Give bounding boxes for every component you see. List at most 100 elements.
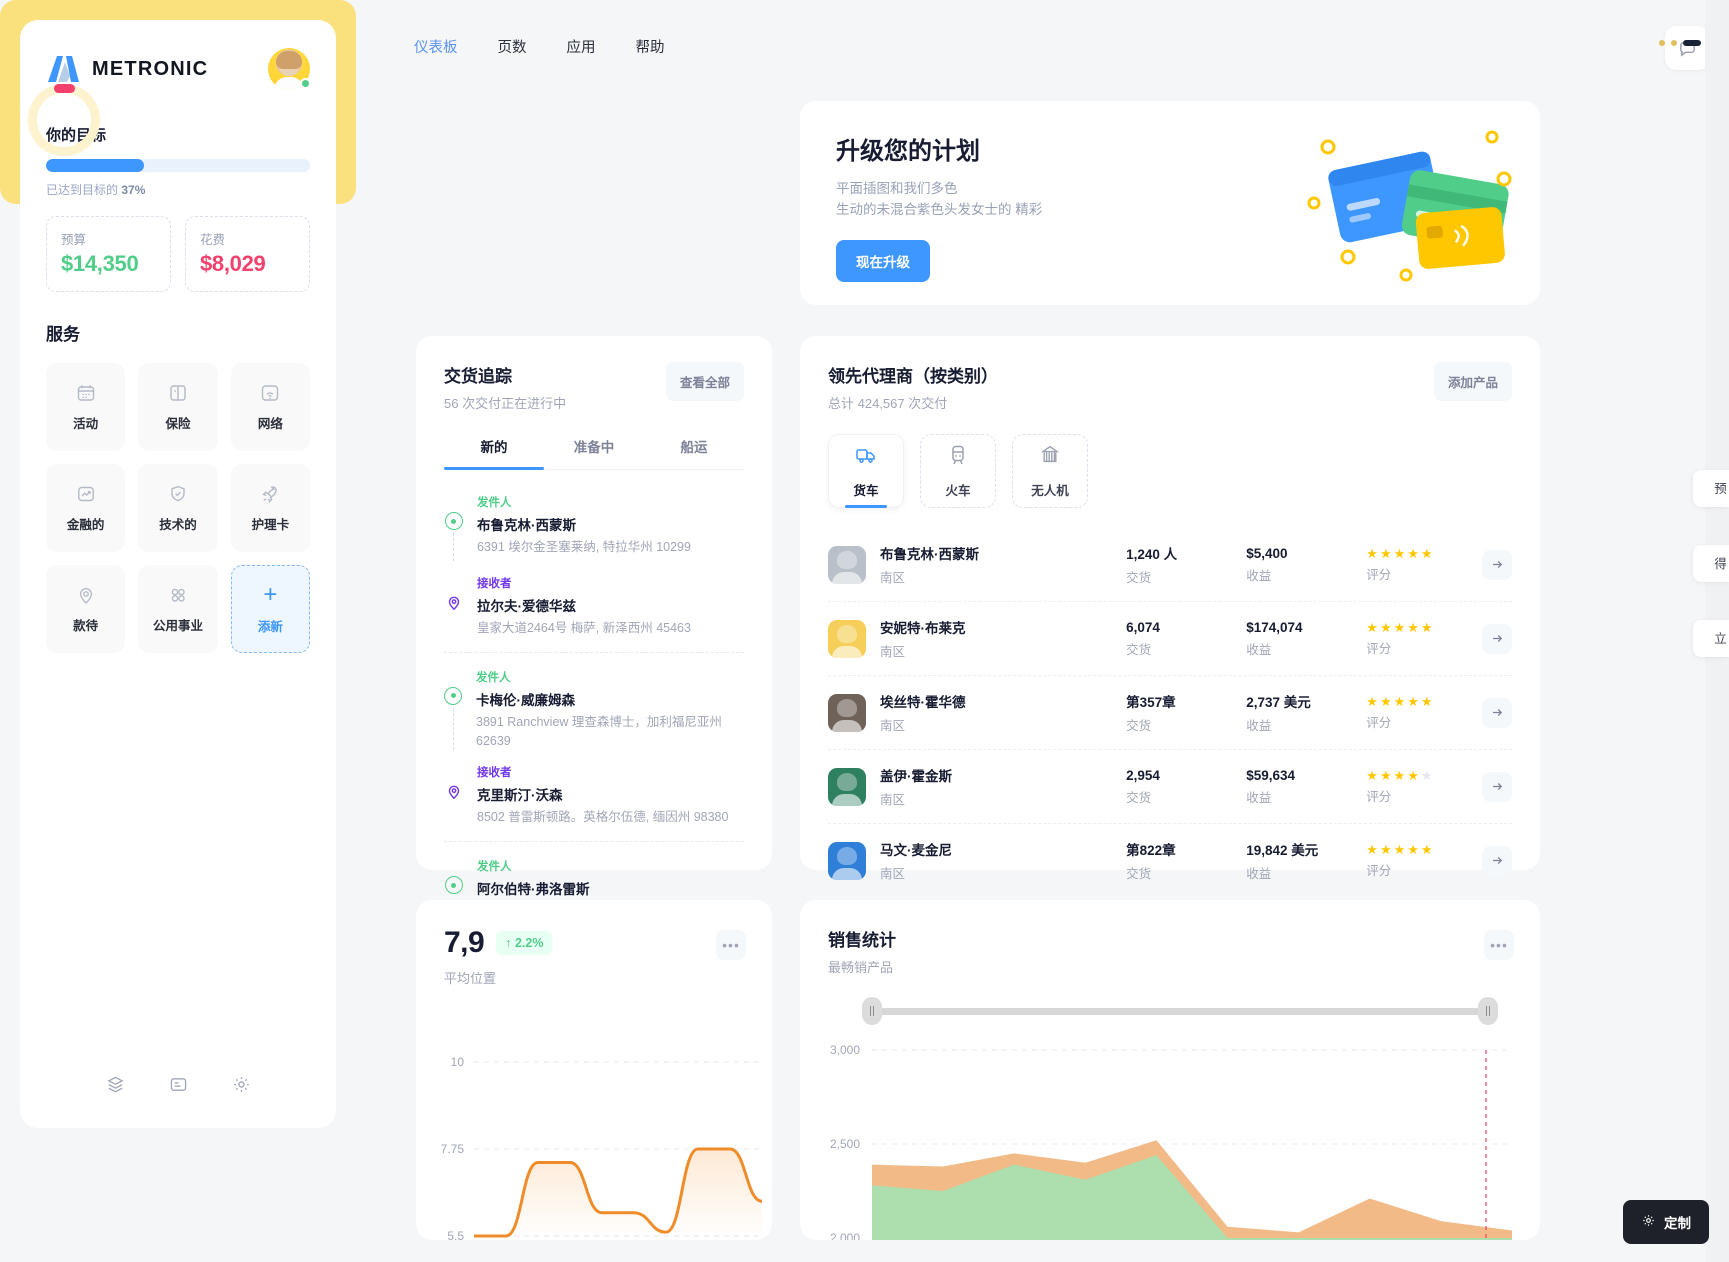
table-row[interactable]: 马文·麦金尼 南区 第822章 交货 19,842 美元 收益 ★ ★ ★ ★ ★ 评分 bbox=[828, 824, 1512, 897]
avatar bbox=[828, 767, 866, 806]
star-icon: ★ bbox=[1366, 767, 1378, 783]
add-product-button[interactable]: 添加产品 bbox=[1433, 362, 1512, 401]
agent-revenue: $174,074 收益 bbox=[1246, 620, 1366, 658]
service-item-utilities[interactable]: 公用事业 bbox=[138, 565, 218, 653]
agent-region: 南区 bbox=[880, 571, 906, 585]
truck-icon bbox=[854, 443, 878, 472]
agent-name: 马文·麦金尼 bbox=[880, 843, 952, 858]
budget-stat: 预算 $14,350 bbox=[46, 216, 171, 292]
star-icon: ★ bbox=[1420, 545, 1433, 561]
origin-node-icon bbox=[444, 686, 462, 705]
service-item-care-card[interactable]: 护理卡 bbox=[230, 464, 310, 552]
svg-text:5.5: 5.5 bbox=[447, 1229, 464, 1240]
view-all-button[interactable]: 查看全部 bbox=[665, 362, 744, 401]
sender-role: 发件人 bbox=[477, 497, 512, 509]
channel-drone[interactable]: 无人机 bbox=[1012, 434, 1088, 508]
rating-caption: 评分 bbox=[1366, 715, 1392, 730]
sender-address: 6391 埃尔金圣塞莱纳, 特拉华州 10299 bbox=[477, 540, 691, 554]
agent-identity: 盖伊·霍金斯 南区 bbox=[880, 765, 1126, 808]
service-item-technical[interactable]: 技术的 bbox=[138, 464, 218, 552]
course-progress-ring bbox=[28, 84, 100, 156]
avg-position-svg: 10 7.75 5.5 bbox=[441, 1055, 763, 1240]
agent-identity: 马文·麦金尼 南区 bbox=[880, 839, 1126, 882]
slider-handle-min[interactable] bbox=[862, 997, 882, 1025]
service-item-hospitality[interactable]: 款待 bbox=[46, 565, 126, 653]
goal-progress-fill bbox=[46, 159, 144, 172]
agent-region: 南区 bbox=[880, 645, 906, 659]
revenue-caption: 收益 bbox=[1246, 719, 1272, 733]
rocket-icon bbox=[259, 483, 281, 505]
agent-rating: ★ ★ ★ ★ ★ 评分 bbox=[1366, 547, 1482, 583]
tab-preparing[interactable]: 准备中 bbox=[544, 436, 644, 469]
avatar[interactable] bbox=[268, 48, 311, 90]
service-item-activity[interactable]: 活动 bbox=[46, 363, 126, 451]
chat-bubble-icon[interactable] bbox=[1665, 26, 1709, 70]
star-icon: ★ bbox=[1407, 619, 1419, 635]
table-row[interactable]: 安妮特·布莱克 南区 6,074 交货 $174,074 收益 ★ ★ ★ ★ ★ 评分 bbox=[828, 602, 1512, 676]
tab-shipping[interactable]: 船运 bbox=[644, 436, 744, 469]
gear-icon[interactable] bbox=[231, 1074, 252, 1100]
dot[interactable] bbox=[1671, 40, 1677, 46]
sender-address: 3891 Ranchview 理查森博士，加利福尼亚州 62639 bbox=[476, 714, 722, 748]
service-item-financial[interactable]: 金融的 bbox=[46, 464, 126, 552]
nav-item-help[interactable]: 帮助 bbox=[636, 36, 665, 57]
customize-button[interactable]: 定制 bbox=[1623, 1200, 1709, 1244]
shipment-receiver: 接收者 拉尔夫·爱德华兹 皇家大道2464号 梅萨, 新泽西州 45463 bbox=[444, 575, 744, 638]
more-horizontal-icon[interactable]: ••• bbox=[716, 930, 746, 960]
sender-name: 阿尔伯特·弗洛雷斯 bbox=[477, 882, 590, 897]
nav-item-pages[interactable]: 页数 bbox=[498, 36, 527, 57]
tab-new[interactable]: 新的 bbox=[444, 436, 544, 470]
star-icon: ★ bbox=[1407, 767, 1419, 783]
brand[interactable]: METRONIC bbox=[46, 54, 208, 84]
shield-check-icon bbox=[167, 483, 189, 505]
arrow-right-icon[interactable] bbox=[1482, 623, 1512, 654]
agents-subtitle: 总计 424,567 次交付 bbox=[828, 396, 948, 411]
drawer-tab-1[interactable]: 得 bbox=[1693, 545, 1729, 582]
drawer-tab-0[interactable]: 预 bbox=[1693, 470, 1729, 507]
sender-name: 布鲁克林·西蒙斯 bbox=[477, 518, 576, 533]
slider-handle-max[interactable] bbox=[1478, 997, 1498, 1025]
drone-icon bbox=[1038, 443, 1062, 472]
nav-item-apps[interactable]: 应用 bbox=[567, 36, 596, 57]
deliveries-caption: 交货 bbox=[1126, 790, 1152, 805]
train-icon bbox=[946, 443, 970, 472]
star-icon: ★ bbox=[1420, 619, 1433, 635]
table-row[interactable]: 布鲁克林·西蒙斯 南区 1,240 人交货 $5,400 收益 ★ ★ ★ ★ ★ 评分 bbox=[828, 528, 1512, 602]
more-horizontal-icon[interactable]: ••• bbox=[1484, 930, 1514, 960]
agent-revenue: 2,737 美元 收益 bbox=[1246, 691, 1366, 734]
agent-identity: 埃丝特·霍华德 南区 bbox=[880, 691, 1126, 734]
sales-range-slider[interactable] bbox=[862, 997, 1498, 1025]
upgrade-now-button[interactable]: 现在升级 bbox=[836, 239, 930, 282]
message-icon[interactable] bbox=[168, 1074, 189, 1100]
service-item-add-new[interactable]: + 添新 bbox=[230, 565, 310, 653]
svg-text:2,000: 2,000 bbox=[830, 1231, 860, 1240]
sidebar-header: METRONIC bbox=[46, 48, 311, 90]
dot[interactable] bbox=[1659, 40, 1665, 46]
course-carousel-dots[interactable] bbox=[1659, 40, 1701, 46]
wifi-icon bbox=[259, 382, 281, 404]
layers-icon[interactable] bbox=[105, 1074, 126, 1100]
star-icon: ★ bbox=[1393, 619, 1406, 635]
channel-train[interactable]: 火车 bbox=[920, 434, 996, 508]
agent-revenue: 19,842 美元 收益 bbox=[1246, 839, 1366, 882]
nav-item-dashboard[interactable]: 仪表板 bbox=[414, 36, 458, 57]
arrow-right-icon[interactable] bbox=[1482, 549, 1512, 580]
destination-pin-icon bbox=[445, 782, 463, 800]
average-position-header: 7,9 ↑ 2.2% bbox=[444, 926, 744, 960]
arrow-right-icon[interactable] bbox=[1482, 771, 1512, 802]
table-row[interactable]: 盖伊·霍金斯 南区 2,954 交货 $59,634 收益 ★ ★ ★ ★ ★ 评分 bbox=[828, 750, 1512, 824]
delivery-tabs: 新的 准备中 船运 bbox=[444, 436, 744, 470]
goal-progress-prefix: 已达到目标的 bbox=[46, 183, 119, 197]
arrow-right-icon[interactable] bbox=[1482, 697, 1512, 728]
customize-label: 定制 bbox=[1664, 1216, 1691, 1231]
drawer-tab-2[interactable]: 立 bbox=[1693, 620, 1729, 657]
arrow-right-icon[interactable] bbox=[1482, 845, 1512, 876]
service-item-insurance[interactable]: 保险 bbox=[138, 363, 218, 451]
deliveries-value: 第822章 bbox=[1126, 843, 1176, 858]
service-item-network[interactable]: 网络 bbox=[230, 363, 310, 451]
agent-rating: ★ ★ ★ ★ ★ 评分 bbox=[1366, 843, 1482, 879]
channel-truck[interactable]: 货车 bbox=[828, 434, 904, 508]
receiver-name: 拉尔夫·爱德华兹 bbox=[477, 599, 576, 614]
table-row[interactable]: 埃丝特·霍华德 南区 第357章 交货 2,737 美元 收益 ★ ★ ★ ★ ★ 评分 bbox=[828, 676, 1512, 750]
dot-active[interactable] bbox=[1683, 40, 1701, 46]
